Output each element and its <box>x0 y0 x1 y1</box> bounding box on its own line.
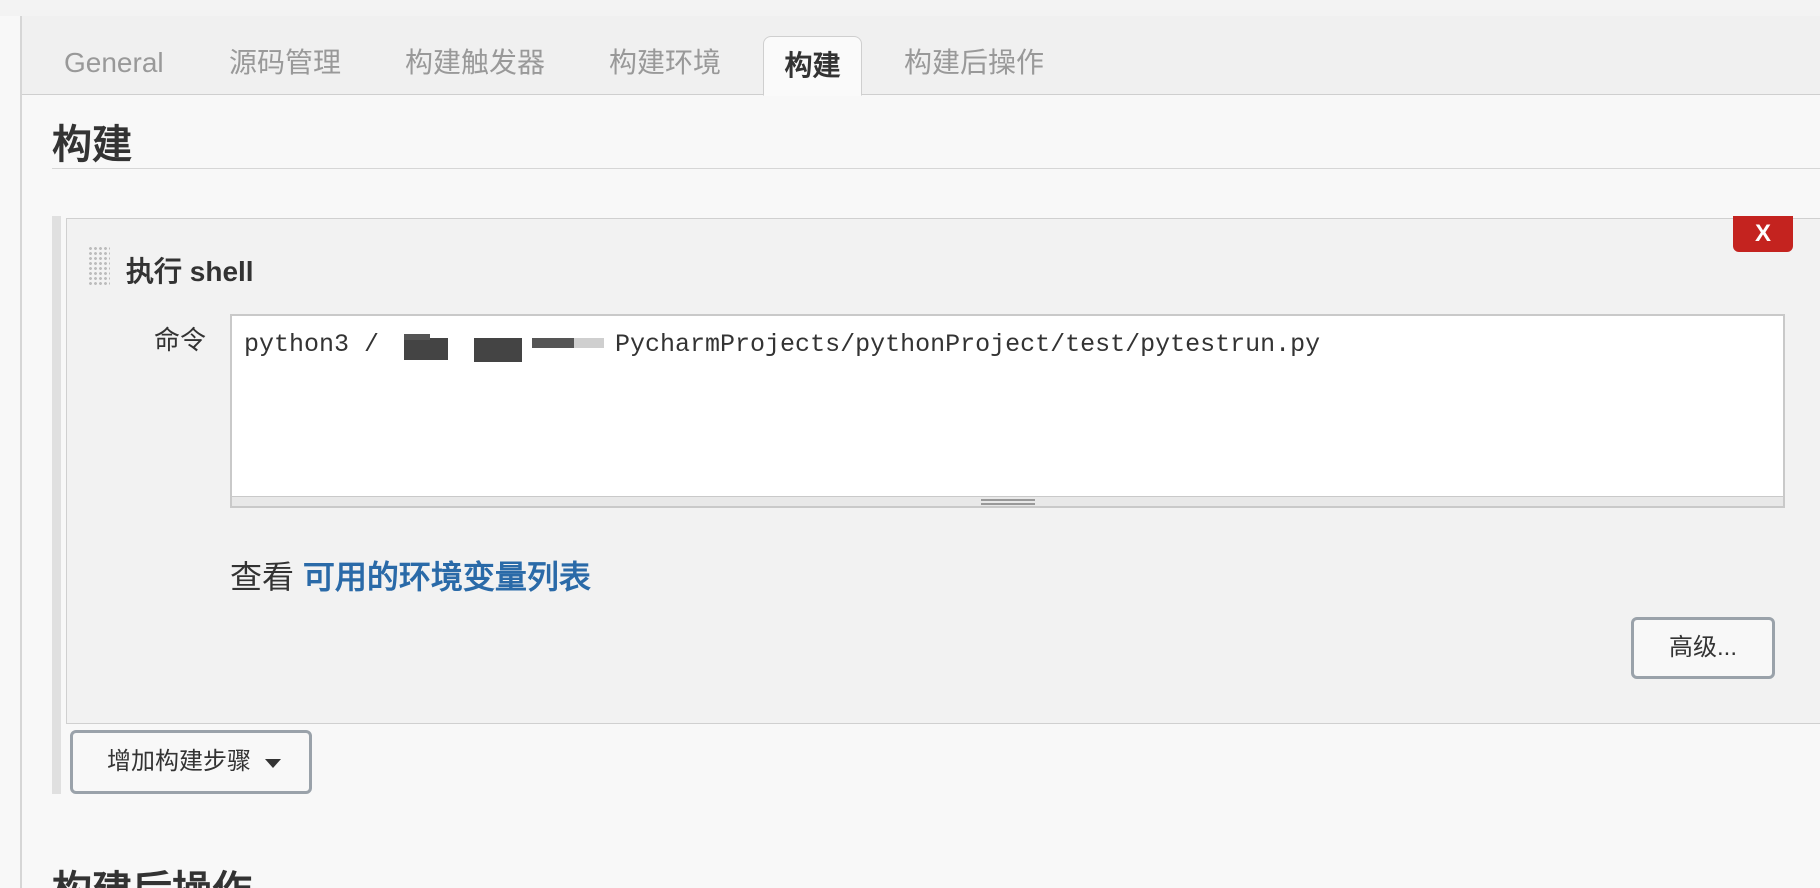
tab-post-build-actions[interactable]: 构建后操作 <box>904 34 1044 95</box>
tab-build[interactable]: 构建 <box>763 36 862 96</box>
command-prefix: python3 / <box>244 330 380 359</box>
left-border <box>20 16 22 888</box>
section-divider <box>52 168 1820 169</box>
advanced-button[interactable]: 高级... <box>1631 617 1775 679</box>
caret-down-icon <box>265 759 281 768</box>
post-build-section-title: 构建后操作 <box>52 858 252 888</box>
top-strip <box>0 0 1820 16</box>
tab-build-environment[interactable]: 构建环境 <box>609 34 721 95</box>
drag-handle-icon[interactable] <box>88 246 110 286</box>
textarea-resize-bar[interactable] <box>232 496 1783 506</box>
build-step-title: 执行 shell <box>126 256 254 287</box>
resize-grip-icon[interactable] <box>980 499 1035 505</box>
config-tab-bar: General 源码管理 构建触发器 构建环境 构建 构建后操作 <box>22 16 1820 96</box>
tab-general[interactable]: General <box>64 34 164 95</box>
section-title: 构建 <box>52 123 132 167</box>
delete-step-button[interactable]: X <box>1733 216 1793 252</box>
env-vars-prefix: 查看 <box>230 559 295 595</box>
tab-build-triggers[interactable]: 构建触发器 <box>405 34 545 95</box>
command-label: 命令 <box>154 325 207 355</box>
build-step-left-bar <box>52 216 61 794</box>
add-build-step-label: 增加构建步骤 <box>107 748 251 775</box>
env-vars-link[interactable]: 可用的环境变量列表 <box>303 559 591 595</box>
command-textarea[interactable]: python3 / PycharmProjects/pythonProject/t… <box>230 314 1785 508</box>
command-suffix: PycharmProjects/pythonProject/test/pytes… <box>615 330 1321 359</box>
env-vars-line: 查看 可用的环境变量列表 <box>230 552 591 598</box>
add-build-step-button[interactable]: 增加构建步骤 <box>70 730 312 794</box>
tab-source-management[interactable]: 源码管理 <box>229 34 341 95</box>
redacted-path <box>364 324 614 362</box>
